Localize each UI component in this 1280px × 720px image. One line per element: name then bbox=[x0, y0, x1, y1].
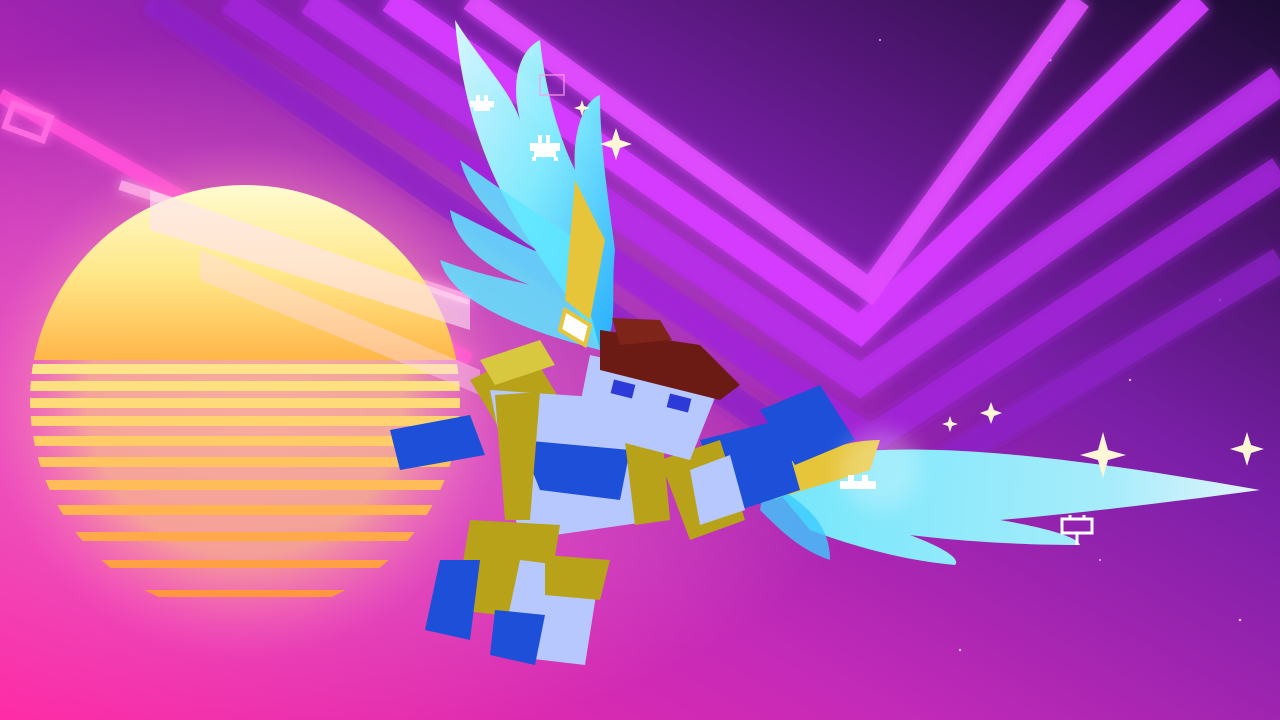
wing-bloom bbox=[840, 430, 920, 510]
scene-canvas bbox=[0, 0, 1280, 720]
game-scene bbox=[0, 0, 1280, 720]
